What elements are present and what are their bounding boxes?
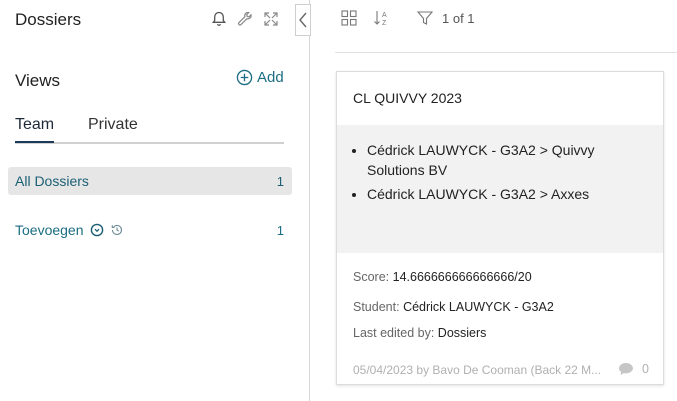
toolbar-divider [335,52,677,53]
student-field: Student: Cédrick LAUWYCK - G3A2 [353,300,554,314]
add-view-button[interactable]: Add [236,69,284,86]
sort-icon[interactable]: AZ [372,9,390,27]
card-title: CL QUIVVY 2023 [353,90,462,106]
student-label: Student: [353,300,400,314]
card-footer-info: 05/04/2023 by Bavo De Cooman (Back 22 M.… [353,363,602,377]
views-heading: Views [15,71,61,90]
dropdown-circle-icon[interactable] [90,223,104,237]
student-value: Cédrick LAUWYCK - G3A2 [403,300,554,314]
edited-field: Last edited by: Dossiers [353,326,486,340]
edited-value: Dossiers [437,326,487,340]
chevron-left-icon [299,12,307,28]
history-icon[interactable] [110,223,124,237]
view-item-label-group: Toevoegen [15,222,124,238]
view-item-count: 1 [276,173,284,189]
bell-icon[interactable] [210,10,228,28]
view-item-label: All Dossiers [15,173,89,189]
view-item-label: Toevoegen [15,222,84,238]
sidebar-tools [210,10,280,28]
sidebar-title: Dossiers [15,10,82,29]
svg-text:A: A [382,12,387,19]
comment-count: 0 [642,362,649,376]
edited-label: Last edited by: [353,326,435,340]
svg-text:Z: Z [382,20,387,27]
dossier-card[interactable]: CL QUIVVY 2023 Cédrick LAUWYCK - G3A2 > … [336,71,664,385]
add-view-label: Add [257,69,284,86]
score-value: 14.666666666666666/20 [392,270,532,284]
add-circle-icon [236,69,253,86]
view-item-count: 1 [276,222,284,238]
view-item-toevoegen[interactable]: Toevoegen 1 [8,216,292,244]
view-tabs: Team Private [15,116,284,144]
comment-icon [619,363,634,375]
view-item-all-dossiers[interactable]: All Dossiers 1 [8,167,292,195]
card-body: Cédrick LAUWYCK - G3A2 > Quivvy Solution… [337,125,663,253]
collapse-sidebar-button[interactable] [295,4,311,36]
score-label: Score: [353,270,390,284]
tab-private[interactable]: Private [88,116,138,141]
expand-icon[interactable] [262,10,280,28]
filter-icon[interactable] [416,9,434,27]
comments-indicator[interactable]: 0 [618,362,649,376]
list-item: Cédrick LAUWYCK - G3A2 > Quivvy Solution… [367,140,647,180]
grid-icon[interactable] [340,9,358,27]
list-item: Cédrick LAUWYCK - G3A2 > Axxes [367,184,647,204]
card-item-list: Cédrick LAUWYCK - G3A2 > Quivvy Solution… [367,140,647,208]
page-count: 1 of 1 [442,10,475,26]
main-toolbar: AZ 1 of 1 [340,9,475,27]
sidebar: Dossiers Views Add Team Private All Doss… [0,0,311,401]
tab-team[interactable]: Team [15,116,55,143]
wrench-icon[interactable] [236,10,254,28]
score-field: Score: 14.666666666666666/20 [353,270,532,284]
